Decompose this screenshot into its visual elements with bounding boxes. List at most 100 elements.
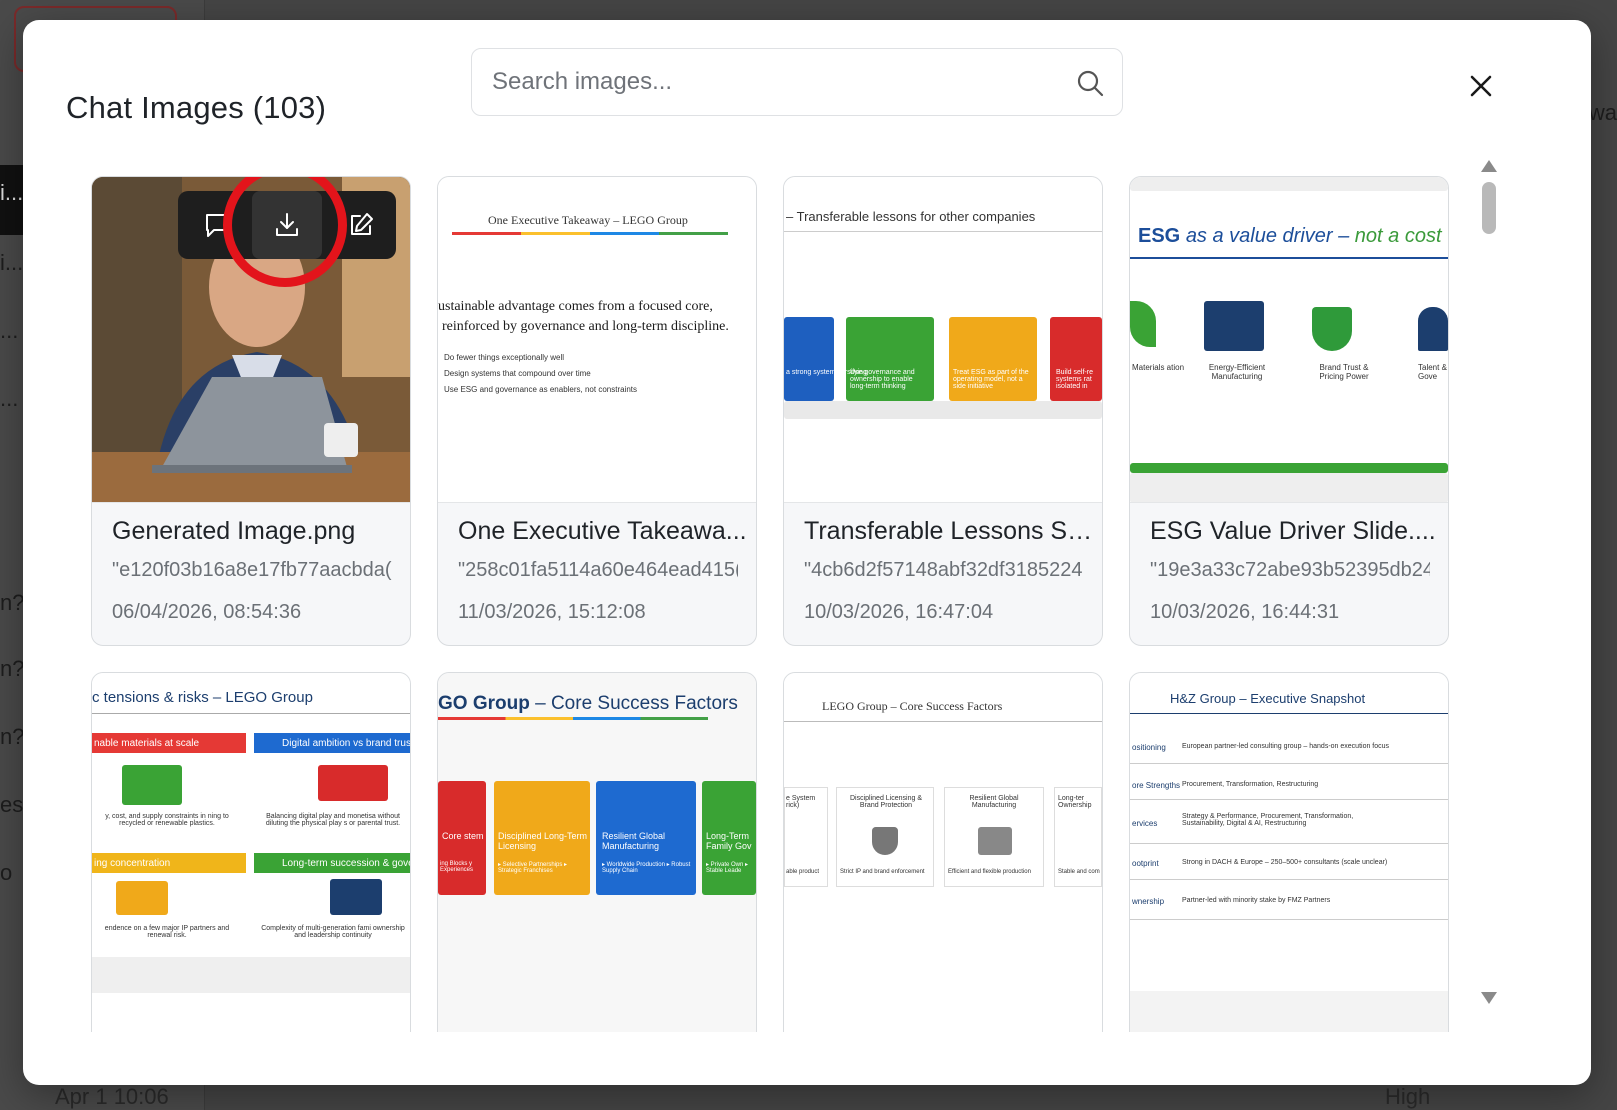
slide-green-band bbox=[1130, 463, 1448, 473]
factor-heading: Disciplined Licensing & Brand Protection bbox=[850, 795, 922, 809]
snapshot-value: European partner-led consulting group – … bbox=[1182, 743, 1390, 750]
snapshot-value: Partner-led with minority stake by FMZ P… bbox=[1182, 897, 1331, 904]
slide-title-esg: ESG bbox=[1138, 225, 1181, 247]
puzzle-icon bbox=[116, 881, 168, 915]
image-thumbnail[interactable] bbox=[92, 177, 410, 503]
slide-base bbox=[92, 957, 410, 993]
factor-footer: able product bbox=[786, 869, 820, 875]
background-sidebar-label: i... bbox=[0, 250, 24, 275]
background-sidebar-label: ... bbox=[0, 386, 19, 411]
slide-rule bbox=[1130, 257, 1448, 259]
image-thumbnail[interactable]: H&Z Group – Executive Snapshot ositionin… bbox=[1130, 673, 1448, 1032]
modal-title: Chat Images (103) bbox=[66, 90, 327, 125]
scroll-thumb[interactable] bbox=[1482, 182, 1496, 234]
image-thumbnail[interactable]: GO Group – Core Success Factors Core ste… bbox=[438, 673, 756, 1032]
image-grid: Generated Image.png "e120f03b16a8e17fb77… bbox=[23, 160, 1591, 1032]
factory-icon bbox=[978, 827, 1012, 855]
risk-text: y, cost, and supply constraints in ning … bbox=[105, 813, 229, 827]
factor-label: Resilient Global Manufacturing bbox=[602, 831, 666, 851]
close-icon[interactable] bbox=[1463, 68, 1499, 104]
image-card[interactable]: One Executive Takeaway – LEGO Group usta… bbox=[437, 176, 757, 646]
edit-icon bbox=[351, 213, 373, 235]
risk-header: Long-term succession & govern bbox=[282, 858, 410, 869]
image-card[interactable]: H&Z Group – Executive Snapshot ositionin… bbox=[1129, 672, 1449, 1032]
snapshot-key: ositioning bbox=[1132, 743, 1166, 752]
snapshot-divider bbox=[1130, 843, 1448, 844]
snapshot-key: ervices bbox=[1132, 819, 1158, 828]
image-thumbnail[interactable]: c tensions & risks – LEGO Group nable ma… bbox=[92, 673, 410, 1032]
background-sidebar-label: n? bbox=[0, 724, 25, 749]
person-icon bbox=[1418, 307, 1448, 351]
factor-label: Core stem bbox=[442, 831, 484, 841]
scrollbar[interactable] bbox=[1473, 160, 1503, 1004]
snapshot-divider bbox=[1130, 799, 1448, 800]
background-sidebar-label: n? bbox=[0, 656, 25, 681]
factor-label: Disciplined Long-Term Licensing bbox=[498, 831, 588, 851]
factor-sub: ▸ Selective Partnerships ▸ Strategic Fra… bbox=[498, 862, 568, 874]
factor-footer: Efficient and flexible production bbox=[948, 869, 1031, 875]
slide-bullet: Use ESG and governance as enablers, not … bbox=[444, 385, 637, 394]
risk-header: nable materials at scale bbox=[94, 738, 200, 749]
image-thumbnail[interactable]: – Transferable lessons for other compani… bbox=[784, 177, 1102, 503]
leaf-icon bbox=[1130, 301, 1156, 347]
image-thumbnail[interactable]: LEGO Group – Core Success Factors e Syst… bbox=[784, 673, 1102, 1032]
factor-sub: ▸ Worldwide Production ▸ Robust Supply C… bbox=[602, 862, 691, 874]
background-mode-label: High bbox=[1385, 1084, 1431, 1109]
shield-icon bbox=[872, 827, 898, 855]
slide-title-mid: as a value driver – bbox=[1185, 225, 1350, 247]
image-filename: Transferable Lessons Sli... bbox=[804, 517, 1094, 545]
image-hash: "258c01fa5114a60e464ead415( bbox=[458, 559, 738, 581]
background-bottom-bar: Apr 1 10:06 High bbox=[55, 1084, 1617, 1110]
image-card[interactable]: Generated Image.png "e120f03b16a8e17fb77… bbox=[91, 176, 411, 646]
scroll-down-arrow-icon[interactable] bbox=[1481, 992, 1497, 1004]
image-card[interactable]: GO Group – Core Success Factors Core ste… bbox=[437, 672, 757, 1032]
factor-footer: Strict IP and brand enforcement bbox=[840, 869, 925, 875]
snapshot-value: Strong in DACH & Europe – 250–500+ consu… bbox=[1182, 859, 1388, 866]
image-thumbnail[interactable]: One Executive Takeaway – LEGO Group usta… bbox=[438, 177, 756, 503]
factory-icon bbox=[1204, 301, 1264, 351]
factor-footer: Stable and com bbox=[1058, 869, 1100, 875]
slide-title: c tensions & risks – LEGO Group bbox=[92, 689, 313, 706]
image-card[interactable]: c tensions & risks – LEGO Group nable ma… bbox=[91, 672, 411, 1032]
brick-label: Build self-re systems rat isolated in bbox=[1056, 369, 1093, 390]
image-date: 10/03/2026, 16:47:04 bbox=[804, 601, 994, 623]
search-box[interactable] bbox=[471, 48, 1123, 116]
slide-title: LEGO Group – Core Success Factors bbox=[822, 699, 1003, 713]
risk-text: Balancing digital play and monetisa with… bbox=[265, 813, 401, 827]
image-thumbnail[interactable]: ESG as a value driver – not a cost Mater… bbox=[1130, 177, 1448, 503]
snapshot-key: wnership bbox=[1132, 897, 1165, 906]
slide-item-label: Talent & Gove bbox=[1418, 363, 1447, 381]
image-filename: Generated Image.png bbox=[112, 517, 356, 545]
factor-sub: ▸ Private Own ▸ Stable Leade bbox=[706, 862, 749, 874]
image-card[interactable]: ESG as a value driver – not a cost Mater… bbox=[1129, 176, 1449, 646]
slide-bullet: Design systems that compound over time bbox=[444, 369, 591, 378]
factor-sub: ing Blocks y Experiences bbox=[440, 861, 474, 873]
risk-text: Complexity of multi-generation fami owne… bbox=[261, 925, 405, 939]
risk-header: Digital ambition vs brand trus bbox=[282, 738, 410, 749]
background-sidebar-label: n? bbox=[0, 590, 25, 615]
search-input[interactable] bbox=[492, 49, 1052, 115]
slide-title: – Transferable lessons for other compani… bbox=[786, 209, 1036, 224]
snapshot-value: Procurement, Transformation, Restructuri… bbox=[1182, 781, 1319, 788]
image-filename: One Executive Takeawa... bbox=[458, 517, 747, 545]
image-hash: "e120f03b16a8e17fb77aacbda( bbox=[112, 559, 392, 581]
brick-base bbox=[784, 401, 1102, 419]
image-filename: ESG Value Driver Slide.... bbox=[1150, 517, 1436, 545]
slide-top-border bbox=[1130, 177, 1448, 191]
snapshot-key: ootprint bbox=[1132, 859, 1159, 868]
risk-text: endence on a few major IP partners and r… bbox=[104, 925, 230, 939]
image-date: 10/03/2026, 16:44:31 bbox=[1150, 601, 1340, 623]
brick-plant-icon bbox=[122, 765, 182, 805]
image-hash: "19e3a33c72abe93b52395db24 bbox=[1150, 559, 1430, 581]
image-card[interactable]: LEGO Group – Core Success Factors e Syst… bbox=[783, 672, 1103, 1032]
background-sidebar-label: i... bbox=[0, 180, 24, 205]
brick-blue bbox=[784, 317, 834, 401]
image-card[interactable]: – Transferable lessons for other compani… bbox=[783, 176, 1103, 646]
slide-title-brand: GO Group bbox=[438, 693, 530, 714]
search-icon[interactable] bbox=[1076, 69, 1104, 97]
factor-heading: Resilient Global Manufacturing bbox=[969, 795, 1019, 809]
background-sidebar-label: ... bbox=[0, 318, 19, 343]
slide-rule bbox=[784, 231, 1102, 232]
scroll-up-arrow-icon[interactable] bbox=[1481, 160, 1497, 172]
brick-label: Use governance and ownership to enable l… bbox=[850, 369, 915, 390]
